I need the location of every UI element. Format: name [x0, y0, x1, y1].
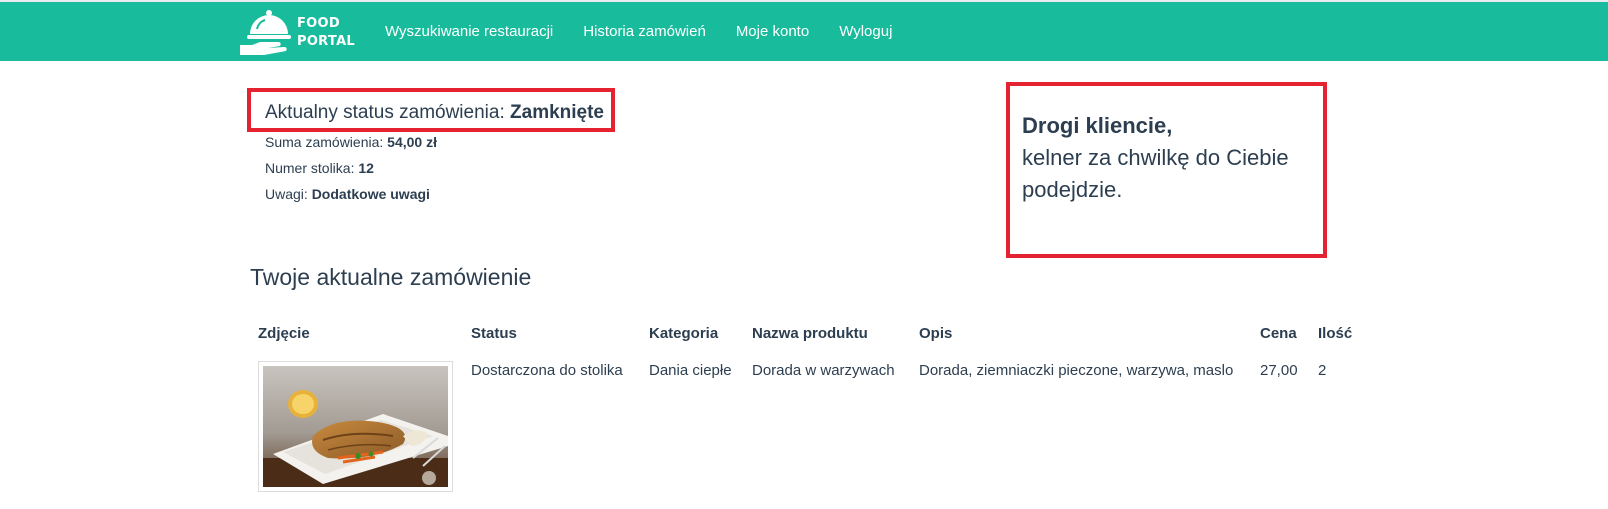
table-number-label: Numer stolika: [265, 160, 355, 176]
notice-greeting: Drogi kliencie, [1022, 113, 1173, 138]
cloche-hand-icon [240, 10, 291, 55]
column-header-photo: Zdjęcie [258, 325, 310, 342]
nav-logout[interactable]: Wyloguj [839, 23, 892, 40]
column-header-product-name: Nazwa produktu [752, 325, 868, 342]
order-notes-value: Dodatkowe uwagi [311, 186, 430, 202]
notice-message: kelner za chwilkę do Ciebie podejdzie. [1022, 145, 1289, 202]
order-sum-label: Suma zamówienia: [265, 134, 384, 150]
row-category: Dania ciepłe [649, 362, 732, 379]
main-nav: Wyszukiwanie restauracji Historia zamówi… [385, 2, 922, 61]
column-header-category: Kategoria [649, 325, 719, 342]
waiter-notice: Drogi kliencie, kelner za chwilkę do Cie… [1006, 82, 1327, 258]
row-product-name: Dorada w warzywach [752, 362, 895, 379]
column-header-price: Cena [1260, 325, 1297, 342]
brand-line-1: FOOD [297, 16, 340, 31]
order-notes: Uwagi: Dodatkowe uwagi [265, 185, 430, 203]
order-notes-label: Uwagi: [265, 186, 308, 202]
column-header-quantity: Ilość [1318, 325, 1353, 342]
order-sum: Suma zamówienia: 54,00 zł [265, 133, 437, 151]
order-status: Aktualny status zamówienia: Zamknięte [265, 101, 604, 125]
column-header-status: Status [471, 325, 517, 342]
nav-restaurant-search[interactable]: Wyszukiwanie restauracji [385, 23, 553, 40]
order-status-label: Aktualny status zamówienia: [265, 102, 505, 123]
row-price: 27,00 [1260, 362, 1298, 379]
fish-dish-photo [263, 366, 448, 487]
row-status: Dostarczona do stolika [471, 362, 623, 379]
nav-order-history[interactable]: Historia zamówień [583, 23, 706, 40]
row-description: Dorada, ziemniaczki pieczone, warzywa, m… [919, 362, 1234, 379]
order-sum-value: 54,00 zł [387, 134, 437, 150]
table-number: Numer stolika: 12 [265, 159, 374, 177]
product-photo[interactable] [258, 361, 453, 492]
brand-line-2: PORTAL [297, 34, 356, 49]
row-quantity: 2 [1318, 362, 1327, 379]
top-navbar: FOOD PORTAL Wyszukiwanie restauracji His… [0, 0, 1608, 61]
brand-logo[interactable]: FOOD PORTAL [238, 5, 356, 59]
nav-my-account[interactable]: Moje konto [736, 23, 809, 40]
table-number-value: 12 [358, 160, 374, 176]
order-status-value: Zamknięte [510, 102, 604, 123]
column-header-description: Opis [919, 325, 953, 342]
section-title: Twoje aktualne zamówienie [250, 264, 532, 290]
